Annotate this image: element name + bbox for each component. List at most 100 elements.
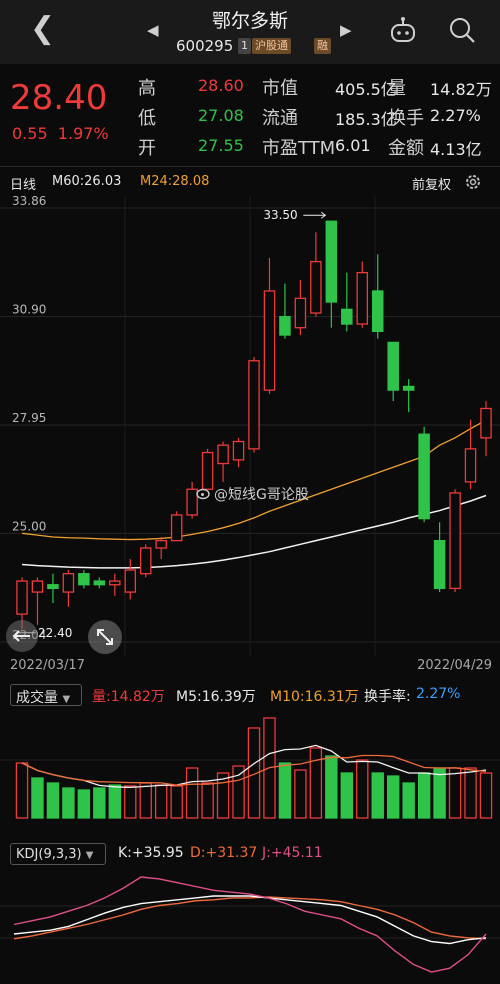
candle-body <box>464 448 477 483</box>
candle <box>62 570 75 607</box>
y-tick-label: 27.95 <box>12 411 46 425</box>
ma60-line <box>21 494 487 569</box>
volume-bar <box>479 772 493 819</box>
candle <box>279 283 291 339</box>
candle <box>78 570 90 589</box>
volume-bar <box>356 759 369 819</box>
volume-bar <box>46 782 60 819</box>
volume-bar <box>433 767 446 819</box>
volume-chart[interactable] <box>0 710 500 820</box>
candle-body <box>31 580 44 593</box>
kline-legend-bar: 日线 M60:26.03 M24:28.08 前复权 <box>0 168 500 196</box>
turnover-label: 换手率: <box>364 689 411 705</box>
volume-bar <box>15 762 29 819</box>
period-label[interactable]: 日线 <box>10 174 36 193</box>
y-tick-label: 30.90 <box>12 303 46 317</box>
top-nav-bar: ❮ ◀ 鄂尔多斯 ▶ 600295 1 沪股通 融 <box>0 0 500 64</box>
candle-body <box>341 308 353 325</box>
indicator-selector-kdj[interactable]: KDJ(9,3,3) ▼ <box>10 843 106 865</box>
candle-body <box>62 573 75 593</box>
badge-small: 1 <box>238 38 251 54</box>
change-value: 0.55 <box>12 124 48 143</box>
margin-badge: 融 <box>314 38 331 54</box>
candle-body <box>16 580 28 615</box>
candle-body <box>124 569 137 593</box>
candle-body <box>371 290 384 333</box>
change-percent: 1.97% <box>57 124 109 143</box>
expand-icon <box>97 629 113 645</box>
quote-field-label: 低 <box>138 108 156 129</box>
candle <box>31 577 44 626</box>
expand-fullscreen-button[interactable] <box>88 620 122 654</box>
quote-field-label: 高 <box>138 78 156 99</box>
quote-field-value: 6.01 <box>335 136 371 155</box>
volume-bar <box>309 747 323 819</box>
candle-body <box>109 580 121 586</box>
candle-body <box>279 316 291 336</box>
volume-bar <box>448 767 462 819</box>
candle <box>341 272 353 332</box>
quote-field-value: 4.13亿 <box>430 140 482 159</box>
candle <box>464 419 477 490</box>
kdj-d-value: D:+31.37 <box>190 845 258 861</box>
dropdown-caret-icon: ▼ <box>62 694 71 705</box>
volume-bar <box>124 785 137 819</box>
quote-field-label: 量 <box>388 78 406 99</box>
candle-body <box>170 514 183 542</box>
candle-body <box>418 433 430 520</box>
candle-body <box>402 385 415 391</box>
robot-assistant-icon[interactable] <box>388 16 418 46</box>
dropdown-caret-icon: ▼ <box>85 850 94 861</box>
high-price-label: 33.50 <box>263 208 297 222</box>
volume-bar <box>464 767 477 819</box>
end-date: 2022/04/29 <box>417 658 492 673</box>
candle <box>402 379 415 413</box>
volume-bar <box>93 787 106 819</box>
watermark-label: @短线G哥论股 <box>214 487 309 503</box>
last-price: 28.40 <box>10 78 108 118</box>
settings-gear-icon[interactable] <box>464 173 482 191</box>
candle <box>93 577 106 589</box>
stock-code: 600295 <box>176 37 234 55</box>
candle <box>124 559 137 600</box>
candle-body <box>93 580 106 586</box>
candle <box>248 357 260 453</box>
adjust-label[interactable]: 前复权 <box>412 174 451 193</box>
indicator-selector-volume[interactable]: 成交量 ▼ <box>10 684 82 706</box>
candle-body <box>263 290 276 391</box>
candle-body <box>47 584 59 590</box>
kdj-chart[interactable] <box>0 868 500 980</box>
weibo-icon <box>196 488 210 500</box>
volume-bar <box>108 784 122 819</box>
volume-bar <box>154 784 168 819</box>
search-icon[interactable] <box>448 16 476 44</box>
candle <box>155 536 167 560</box>
candle <box>449 489 461 593</box>
candle-body <box>387 341 399 391</box>
quote-field-value: 14.82万 <box>430 80 492 99</box>
volume-m10: M10:16.31万 <box>270 689 359 705</box>
candle-body <box>155 540 167 549</box>
quote-field-label: 市盈TTM <box>262 138 336 159</box>
quote-field-value: 27.55 <box>198 136 244 155</box>
volume-bar <box>386 775 400 819</box>
volume-bar <box>417 772 431 819</box>
volume-bar <box>232 765 245 819</box>
kdj-k-line <box>13 895 487 945</box>
candle-body <box>139 547 152 575</box>
scroll-left-button[interactable] <box>6 620 38 652</box>
hgt-badge: 沪股通 <box>252 38 291 54</box>
candlestick-chart[interactable]: 33.8630.9027.9525.0022.0433.5022.40 <box>0 196 500 656</box>
watermark-text: @短线G哥论股 <box>196 484 309 504</box>
quote-field-label: 流通 <box>262 108 298 129</box>
ma24-label: M24:28.08 <box>140 174 210 189</box>
volume-bar <box>139 782 152 819</box>
quote-field-label: 换手 <box>388 108 424 129</box>
next-stock-arrow-icon[interactable]: ▶ <box>340 21 352 39</box>
candle <box>387 341 399 402</box>
candle-body <box>294 297 307 329</box>
candle <box>310 232 322 317</box>
volume-legend-bar: 成交量 ▼ 量:14.82万 M5:16.39万 M10:16.31万 换手率:… <box>0 680 500 710</box>
kdj-d-line <box>13 896 487 940</box>
volume-bar <box>170 785 183 819</box>
